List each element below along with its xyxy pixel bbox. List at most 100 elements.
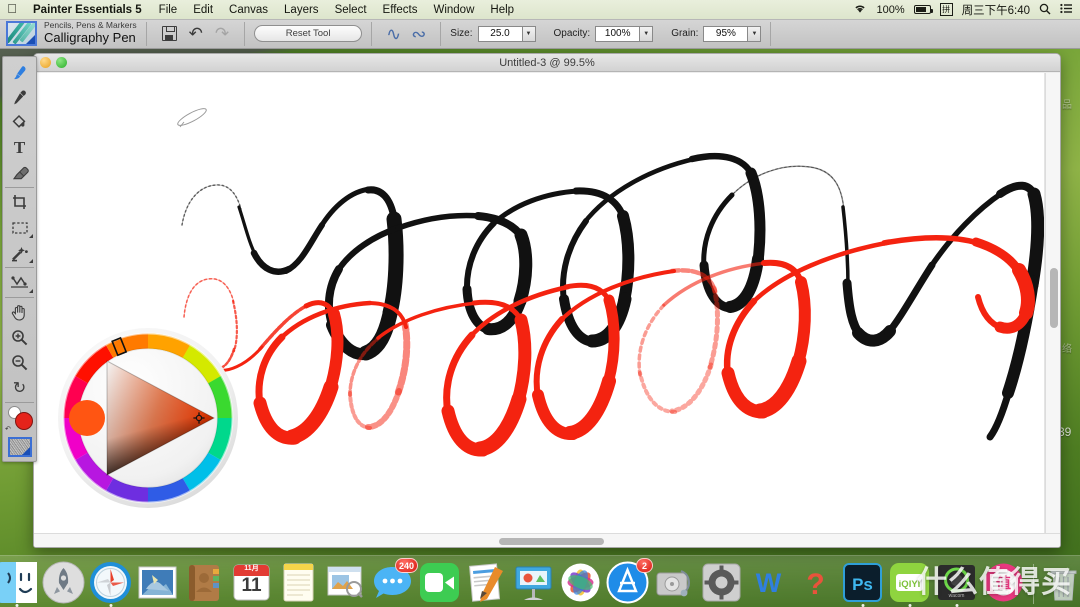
magnifier-zoom-out-tool[interactable] — [4, 350, 35, 375]
dock-word[interactable]: W — [747, 561, 790, 604]
brush-variant-label: Calligraphy Pen — [44, 29, 136, 45]
dock-keynote[interactable] — [512, 561, 555, 604]
save-icon — [161, 26, 177, 41]
svg-text:值: 值 — [996, 574, 1011, 592]
paint-bucket-tool[interactable] — [4, 110, 35, 135]
dropper-tool[interactable] — [4, 85, 35, 110]
text-tool[interactable]: T — [4, 135, 35, 160]
calendar-month: 11月 — [244, 565, 259, 572]
dock-wacom[interactable]: wacom — [935, 561, 978, 607]
opacity-control: Opacity: 100% ▼ — [554, 25, 654, 42]
rectangular-selection-tool[interactable] — [4, 215, 35, 240]
size-input[interactable]: 25.0 — [477, 25, 523, 42]
menu-edit[interactable]: Edit — [185, 4, 221, 16]
dock-launchpad[interactable] — [42, 561, 85, 604]
menubar:  Painter Essentials 5 File Edit Canvas … — [0, 0, 1080, 19]
reset-tool-button[interactable]: Reset Tool — [254, 25, 363, 42]
wifi-icon[interactable] — [853, 3, 867, 16]
pen-shape-tool[interactable] — [4, 270, 35, 295]
svg-text:Ps: Ps — [852, 575, 873, 594]
svg-text:?: ? — [806, 568, 824, 601]
stroke-swirl-icon[interactable]: ∿ — [381, 25, 406, 43]
menu-help[interactable]: Help — [482, 4, 522, 16]
color-swatches[interactable]: ↶ — [4, 405, 35, 435]
divider — [5, 187, 34, 188]
document-title: Untitled-3 @ 99.5% — [499, 56, 595, 69]
redo-button[interactable]: ↷ — [209, 25, 235, 42]
dock-safari[interactable] — [89, 561, 132, 607]
dock-painter[interactable]: ? — [794, 561, 837, 604]
document-titlebar[interactable]: Untitled-3 @ 99.5% — [34, 54, 1060, 72]
calendar-day: 11 — [241, 575, 262, 596]
dock-facetime[interactable] — [418, 561, 461, 604]
dock-preview[interactable] — [324, 561, 367, 604]
divider — [145, 21, 147, 46]
dock-photoshop[interactable]: Ps — [841, 561, 884, 607]
dock-messages[interactable]: 240 — [371, 558, 418, 604]
brush-selector[interactable]: Pencils, Pens & Markers Calligraphy Pen — [44, 20, 137, 46]
size-stepper-icon[interactable]: ▼ — [522, 25, 536, 42]
notification-center-icon[interactable] — [1060, 3, 1072, 16]
divider — [371, 21, 373, 46]
paper-texture-swatch[interactable] — [7, 437, 32, 457]
apple-logo-icon[interactable]:  — [0, 2, 24, 17]
brush-preset-thumbnail[interactable] — [6, 21, 37, 46]
divider — [440, 21, 442, 46]
menu-file[interactable]: File — [151, 4, 186, 16]
brush-tool[interactable] — [4, 60, 35, 85]
menu-app-name[interactable]: Painter Essentials 5 — [24, 4, 151, 16]
divider — [5, 297, 34, 298]
menu-effects[interactable]: Effects — [375, 4, 426, 16]
toolbox-palette: T ↻ ↶ — [2, 56, 37, 462]
horizontal-scrollbar[interactable] — [34, 533, 1060, 547]
vertical-scrollbar[interactable] — [1045, 73, 1060, 533]
primary-color-swatch[interactable] — [15, 412, 33, 430]
battery-percent-label: 100% — [876, 3, 905, 16]
divider — [770, 21, 772, 46]
menu-layers[interactable]: Layers — [276, 4, 327, 16]
grain-input[interactable]: 95% — [703, 25, 749, 42]
app-store-badge: 2 — [636, 558, 653, 573]
stroke-swirl-filled-icon[interactable]: ∾ — [406, 25, 431, 43]
dock-disk-utility[interactable] — [653, 561, 696, 604]
dock-app-store[interactable]: 2 — [606, 558, 653, 604]
rotate-page-tool[interactable]: ↻ — [4, 375, 35, 400]
dock-trash[interactable] — [1042, 561, 1080, 604]
opacity-input[interactable]: 100% — [595, 25, 641, 42]
crop-tool[interactable] — [4, 190, 35, 215]
menu-select[interactable]: Select — [327, 4, 375, 16]
dock-photos[interactable] — [559, 561, 602, 604]
input-source-icon[interactable]: 拼 — [939, 3, 953, 16]
dock-pages[interactable] — [465, 561, 508, 604]
save-button[interactable] — [156, 26, 183, 41]
divider — [5, 267, 34, 268]
menu-canvas[interactable]: Canvas — [221, 4, 276, 16]
clock[interactable]: 周三下午6:40 — [962, 2, 1030, 18]
messages-badge: 240 — [394, 558, 418, 573]
magic-wand-tool[interactable] — [4, 240, 35, 265]
eraser-tool[interactable] — [4, 160, 35, 185]
dock-finder[interactable] — [0, 561, 38, 607]
dock-calendar[interactable]: 11月 11 — [230, 561, 273, 604]
horizontal-scrollbar-thumb[interactable] — [499, 538, 604, 545]
dock-notes[interactable] — [277, 561, 320, 604]
grain-stepper-icon[interactable]: ▼ — [748, 25, 762, 42]
search-icon[interactable] — [1039, 3, 1051, 17]
color-wheel-panel[interactable] — [57, 327, 239, 509]
battery-charging-icon[interactable] — [913, 5, 933, 14]
magnifier-zoom-in-tool[interactable] — [4, 325, 35, 350]
dock-separator — [1033, 564, 1034, 604]
dock-contacts[interactable] — [183, 561, 226, 604]
swap-colors-icon[interactable]: ↶ — [5, 425, 11, 433]
divider — [244, 21, 246, 46]
opacity-stepper-icon[interactable]: ▼ — [640, 25, 654, 42]
vertical-scrollbar-thumb[interactable] — [1050, 268, 1058, 328]
dock-smzdm[interactable]: 值 — [982, 561, 1025, 604]
undo-button[interactable]: ↶ — [183, 25, 209, 42]
svg-text:wacom: wacom — [949, 593, 965, 599]
dock-mail[interactable] — [136, 561, 179, 604]
dock-iqiyi[interactable]: iQIYI — [888, 561, 931, 607]
dock-system-preferences[interactable] — [700, 561, 743, 604]
menu-window[interactable]: Window — [425, 4, 482, 16]
grabber-hand-tool[interactable] — [4, 300, 35, 325]
